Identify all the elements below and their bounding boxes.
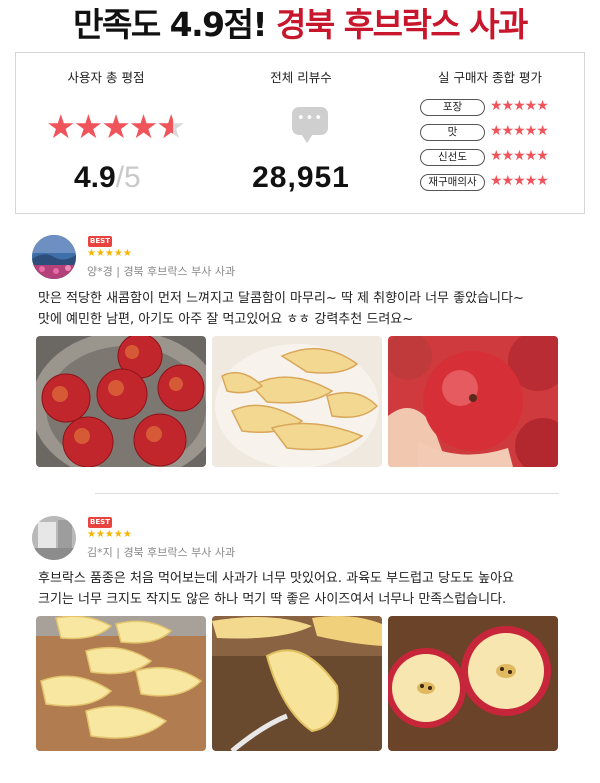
review-meta: 김*지 | 경북 후브락스 부사 사과 — [87, 546, 236, 559]
review-photo-apple-halves[interactable] — [388, 616, 558, 751]
review-photo-sliced-apple[interactable] — [212, 336, 382, 467]
rating-score: 4.9/5 — [74, 161, 141, 195]
review-photo-apple-in-hand[interactable] — [388, 336, 558, 467]
avatar — [32, 516, 76, 560]
review-summary: 사용자 총 평점 ★★★★ ★ ★ 4.9/5 전체 리뷰수 ••• 28,951… — [15, 52, 585, 214]
buyer-evaluation-section: 실 구매자 종합 평가 포장 ★★★★★ 맛 ★★★★★ 신선도 ★★★★★ 재… — [396, 53, 584, 213]
headline-rating: 만족도 4.9점! — [73, 5, 277, 44]
star-icon: ★ — [46, 107, 76, 146]
review-text-line: 맛은 적당한 새콤함이 먼저 느껴지고 달콤함이 마무리~ 딱 제 취향이라 너… — [38, 291, 524, 306]
partial-star-icon: ★ ★ — [156, 107, 186, 146]
review-photo-apple-slice-fork[interactable] — [212, 616, 382, 751]
review-divider — [95, 493, 559, 494]
evaluation-stars: ★★★★★ — [490, 148, 549, 164]
review-text-line: 크기는 너무 크지도 작지도 않은 하나 먹기 딱 좋은 사이즈여서 너무나 만… — [38, 592, 507, 607]
star-icon: ★ — [101, 107, 131, 146]
avatar — [32, 235, 76, 279]
evaluation-stars: ★★★★★ — [490, 98, 549, 114]
total-rating-section: 사용자 총 평점 ★★★★ ★ ★ 4.9/5 — [16, 53, 196, 213]
review-text: 맛은 적당한 새콤함이 먼저 느껴지고 달콤함이 마무리~ 딱 제 취향이라 너… — [38, 288, 578, 330]
rating-value: 4.9 — [74, 161, 116, 194]
review-text-line: 맛에 예민한 남편, 아기도 아주 잘 먹고있어요 ㅎㅎ 강력추천 드려요~ — [38, 312, 414, 327]
review-meta: 양*경 | 경북 후브락스 부사 사과 — [87, 265, 236, 278]
review-stars: ★★★★★ — [87, 529, 132, 540]
evaluation-title: 실 구매자 종합 평가 — [438, 70, 542, 85]
review-photo-apple-slices-board[interactable] — [36, 616, 206, 751]
review-stars: ★★★★★ — [87, 248, 132, 259]
evaluation-label: 맛 — [420, 124, 485, 141]
reviews-title: 전체 리뷰수 — [270, 70, 332, 85]
star-icon: ★ — [73, 107, 104, 146]
review-photo-apples-pot[interactable] — [36, 336, 206, 467]
evaluation-stars: ★★★★★ — [490, 123, 549, 139]
best-badge: BEST — [88, 236, 112, 247]
best-badge: BEST — [88, 517, 112, 528]
page-headline: 만족도 4.9점! 경북 후브락스 사과 — [0, 0, 600, 50]
headline-product: 경북 후브락스 사과 — [276, 5, 528, 44]
reviews-count: 28,951 — [252, 161, 350, 194]
review-text: 후브락스 품종은 처음 먹어보는데 사과가 너무 맛있어요. 과육도 부드럽고 … — [38, 568, 578, 610]
star-icon: ★ — [128, 107, 159, 146]
rating-title: 사용자 총 평점 — [67, 70, 145, 85]
evaluation-label: 재구매의사 — [420, 174, 485, 191]
speech-bubble-icon: ••• — [292, 107, 328, 143]
total-reviews-section: 전체 리뷰수 ••• 28,951 — [206, 53, 396, 213]
rating-stars: ★★★★ ★ ★ — [46, 107, 186, 147]
rating-max: /5 — [115, 161, 141, 194]
review-text-line: 후브락스 품종은 처음 먹어보는데 사과가 너무 맛있어요. 과육도 부드럽고 … — [38, 571, 515, 586]
evaluation-label: 신선도 — [420, 149, 485, 166]
evaluation-stars: ★★★★★ — [490, 173, 549, 189]
evaluation-label: 포장 — [420, 99, 485, 116]
